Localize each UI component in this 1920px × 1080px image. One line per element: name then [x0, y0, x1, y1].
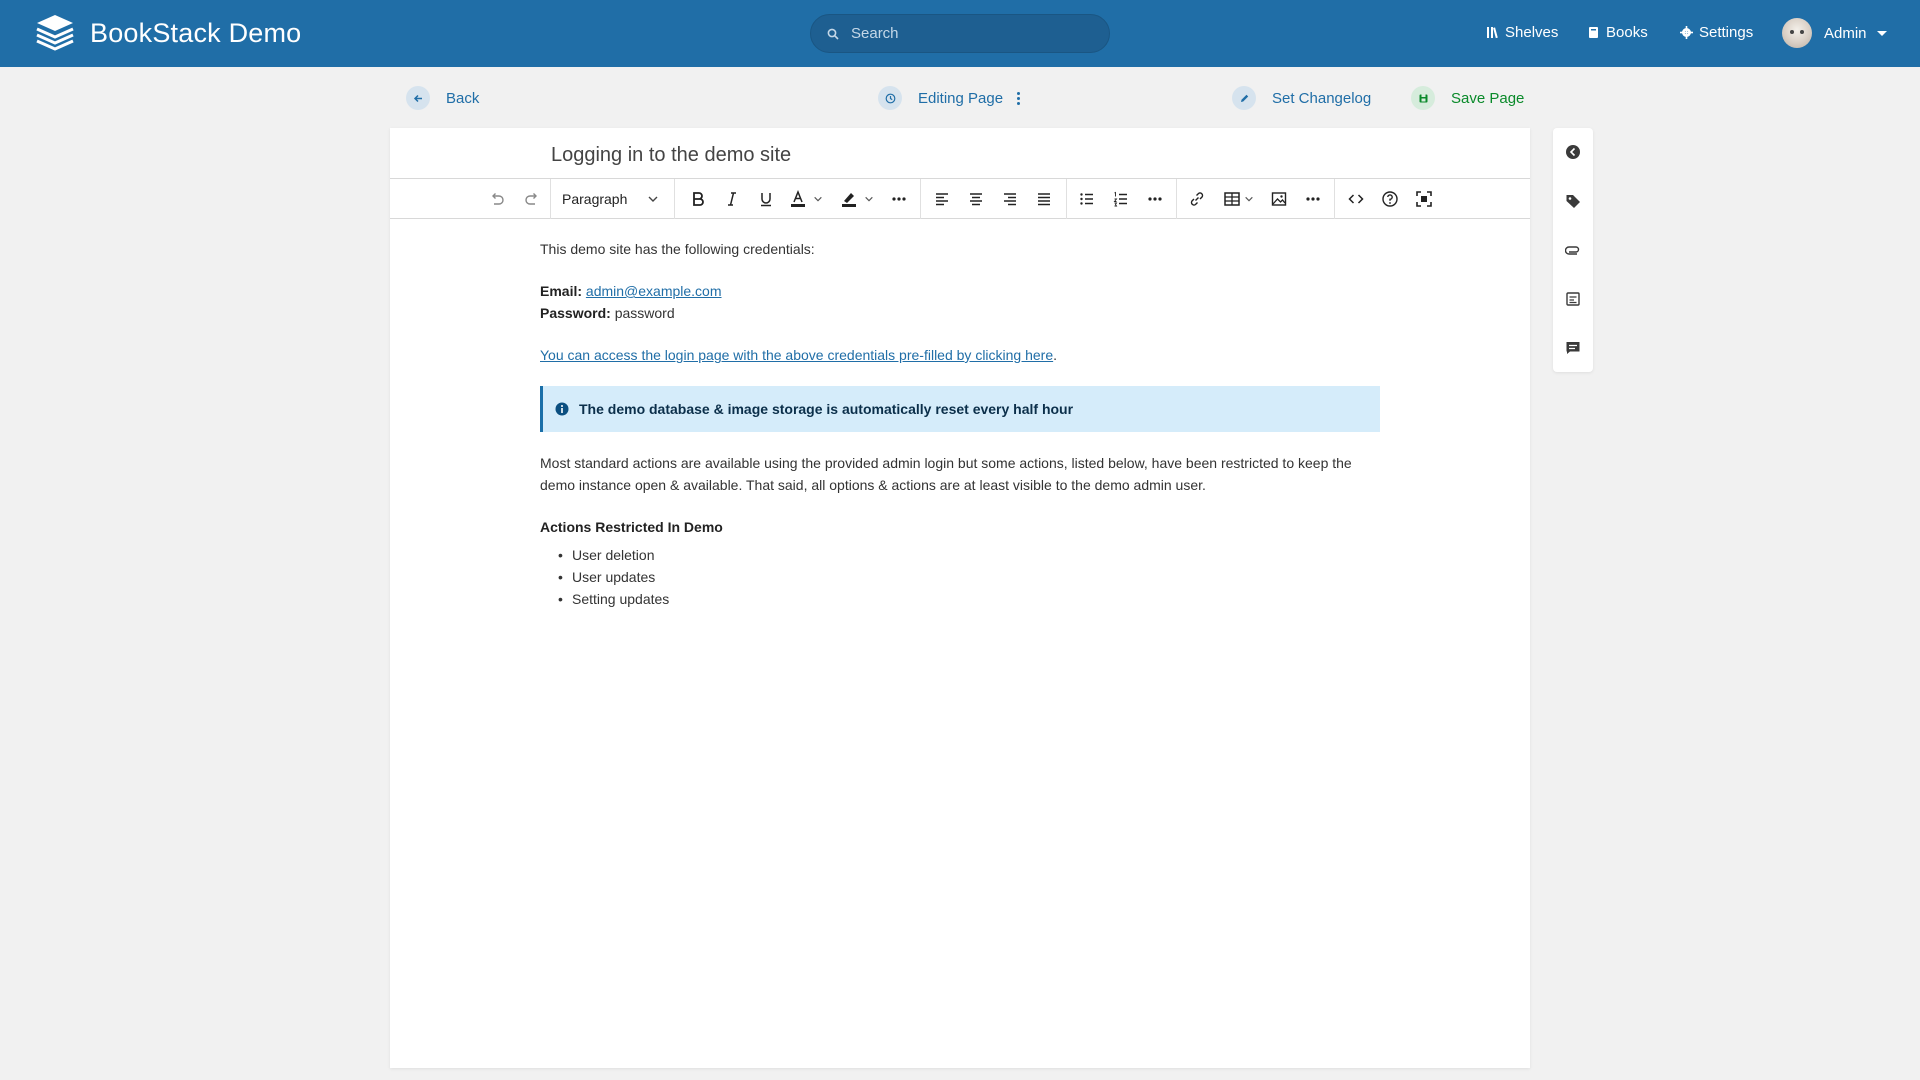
bullet-list-icon[interactable]	[1072, 179, 1102, 219]
help-icon[interactable]	[1375, 179, 1405, 219]
editor-toolbar: Paragraph	[390, 178, 1530, 219]
undo-icon[interactable]	[482, 179, 512, 219]
toolbar-divider	[550, 179, 551, 219]
arrow-left-icon	[406, 86, 430, 110]
clock-icon	[878, 86, 902, 110]
numbered-list-icon[interactable]	[1106, 179, 1136, 219]
page-title-input[interactable]: Logging in to the demo site	[551, 144, 791, 167]
login-link-suffix: .	[1053, 347, 1058, 363]
app-logo[interactable]: BookStack Demo	[34, 14, 301, 52]
more-icon[interactable]	[884, 179, 914, 219]
back-label: Back	[446, 89, 480, 107]
set-changelog-label: Set Changelog	[1272, 89, 1372, 107]
nav-books-label: Books	[1606, 24, 1648, 41]
link-icon[interactable]	[1182, 179, 1212, 219]
navigate-icon[interactable]	[1565, 144, 1581, 160]
user-name: Admin	[1824, 24, 1867, 42]
nav-shelves[interactable]: Shelves	[1486, 24, 1558, 41]
editing-page-menu[interactable]: Editing Page	[878, 86, 1021, 110]
user-menu[interactable]: Admin	[1782, 18, 1887, 48]
block-format-label: Paragraph	[562, 191, 628, 207]
kebab-menu-icon[interactable]	[1017, 91, 1021, 105]
underline-icon[interactable]	[751, 179, 781, 219]
editor-toolbox	[1553, 128, 1593, 372]
pencil-icon	[1232, 86, 1256, 110]
highlight-icon[interactable]	[834, 179, 880, 219]
comments-icon[interactable]	[1565, 340, 1581, 356]
chevron-down-icon	[648, 196, 658, 202]
editor-content[interactable]: This demo site has the following credent…	[540, 238, 1380, 610]
save-page-label: Save Page	[1451, 89, 1525, 107]
more-icon[interactable]	[1298, 179, 1328, 219]
fullscreen-icon[interactable]	[1409, 179, 1439, 219]
search-placeholder: Search	[851, 25, 899, 42]
list-item: Setting updates	[558, 588, 1380, 610]
restricted-heading: Actions Restricted In Demo	[540, 519, 723, 535]
email-link[interactable]: admin@example.com	[586, 283, 722, 299]
redo-icon[interactable]	[517, 179, 547, 219]
set-changelog-button[interactable]: Set Changelog	[1232, 86, 1371, 110]
search-icon	[827, 28, 839, 40]
nav-shelves-label: Shelves	[1505, 24, 1559, 41]
email-label: Email:	[540, 283, 583, 299]
books-stack-icon	[36, 15, 74, 51]
app-title: BookStack Demo	[90, 17, 302, 48]
bold-icon[interactable]	[683, 179, 713, 219]
back-button[interactable]: Back	[406, 86, 479, 110]
image-icon[interactable]	[1264, 179, 1294, 219]
toolbar-divider	[1334, 179, 1335, 219]
shelves-icon	[1487, 27, 1498, 39]
intro-paragraph: This demo site has the following credent…	[540, 241, 815, 257]
nav-settings-label: Settings	[1699, 24, 1754, 41]
chevron-down-icon	[1876, 30, 1887, 36]
save-icon	[1411, 86, 1435, 110]
more-icon[interactable]	[1140, 179, 1170, 219]
login-paragraph: You can access the login page with the a…	[540, 344, 1380, 366]
align-left-icon[interactable]	[927, 179, 957, 219]
toolbar-divider	[1066, 179, 1067, 219]
restriction-paragraph: Most standard actions are available usin…	[540, 455, 1352, 493]
templates-icon[interactable]	[1565, 291, 1581, 307]
password-value: password	[614, 305, 675, 321]
avatar	[1782, 18, 1812, 48]
italic-icon[interactable]	[717, 179, 747, 219]
search-input[interactable]: Search	[810, 14, 1110, 53]
password-label: Password:	[540, 305, 611, 321]
toolbar-divider	[920, 179, 921, 219]
text-color-icon[interactable]	[784, 179, 828, 219]
list-item: User updates	[558, 566, 1380, 588]
align-justify-icon[interactable]	[1029, 179, 1059, 219]
gear-icon	[1680, 26, 1693, 39]
book-icon	[1589, 27, 1598, 38]
block-format-select[interactable]: Paragraph	[562, 179, 682, 219]
list-item: User deletion	[558, 544, 1380, 566]
nav-settings[interactable]: Settings	[1680, 24, 1753, 41]
align-right-icon[interactable]	[995, 179, 1025, 219]
restricted-list: User deletion User updates Setting updat…	[540, 544, 1380, 610]
nav-books[interactable]: Books	[1587, 24, 1648, 41]
info-callout: The demo database & image storage is aut…	[540, 386, 1380, 432]
code-icon[interactable]	[1341, 179, 1371, 219]
align-center-icon[interactable]	[961, 179, 991, 219]
credentials-paragraph: Email: admin@example.com Password: passw…	[540, 280, 1380, 324]
save-page-button[interactable]: Save Page	[1411, 86, 1524, 110]
login-link[interactable]: You can access the login page with the a…	[540, 347, 1053, 363]
attachment-icon[interactable]	[1564, 242, 1581, 258]
info-icon	[555, 402, 569, 416]
top-header: BookStack Demo Search Shelves Books Sett…	[0, 0, 1920, 67]
tag-icon[interactable]	[1565, 193, 1581, 209]
callout-text: The demo database & image storage is aut…	[579, 401, 1074, 417]
editor-panel: Logging in to the demo site Paragraph Th…	[390, 128, 1530, 1068]
toolbar-divider	[674, 179, 675, 219]
toolbar-divider	[1176, 179, 1177, 219]
table-icon[interactable]	[1218, 179, 1258, 219]
editing-page-label: Editing Page	[918, 89, 1004, 107]
